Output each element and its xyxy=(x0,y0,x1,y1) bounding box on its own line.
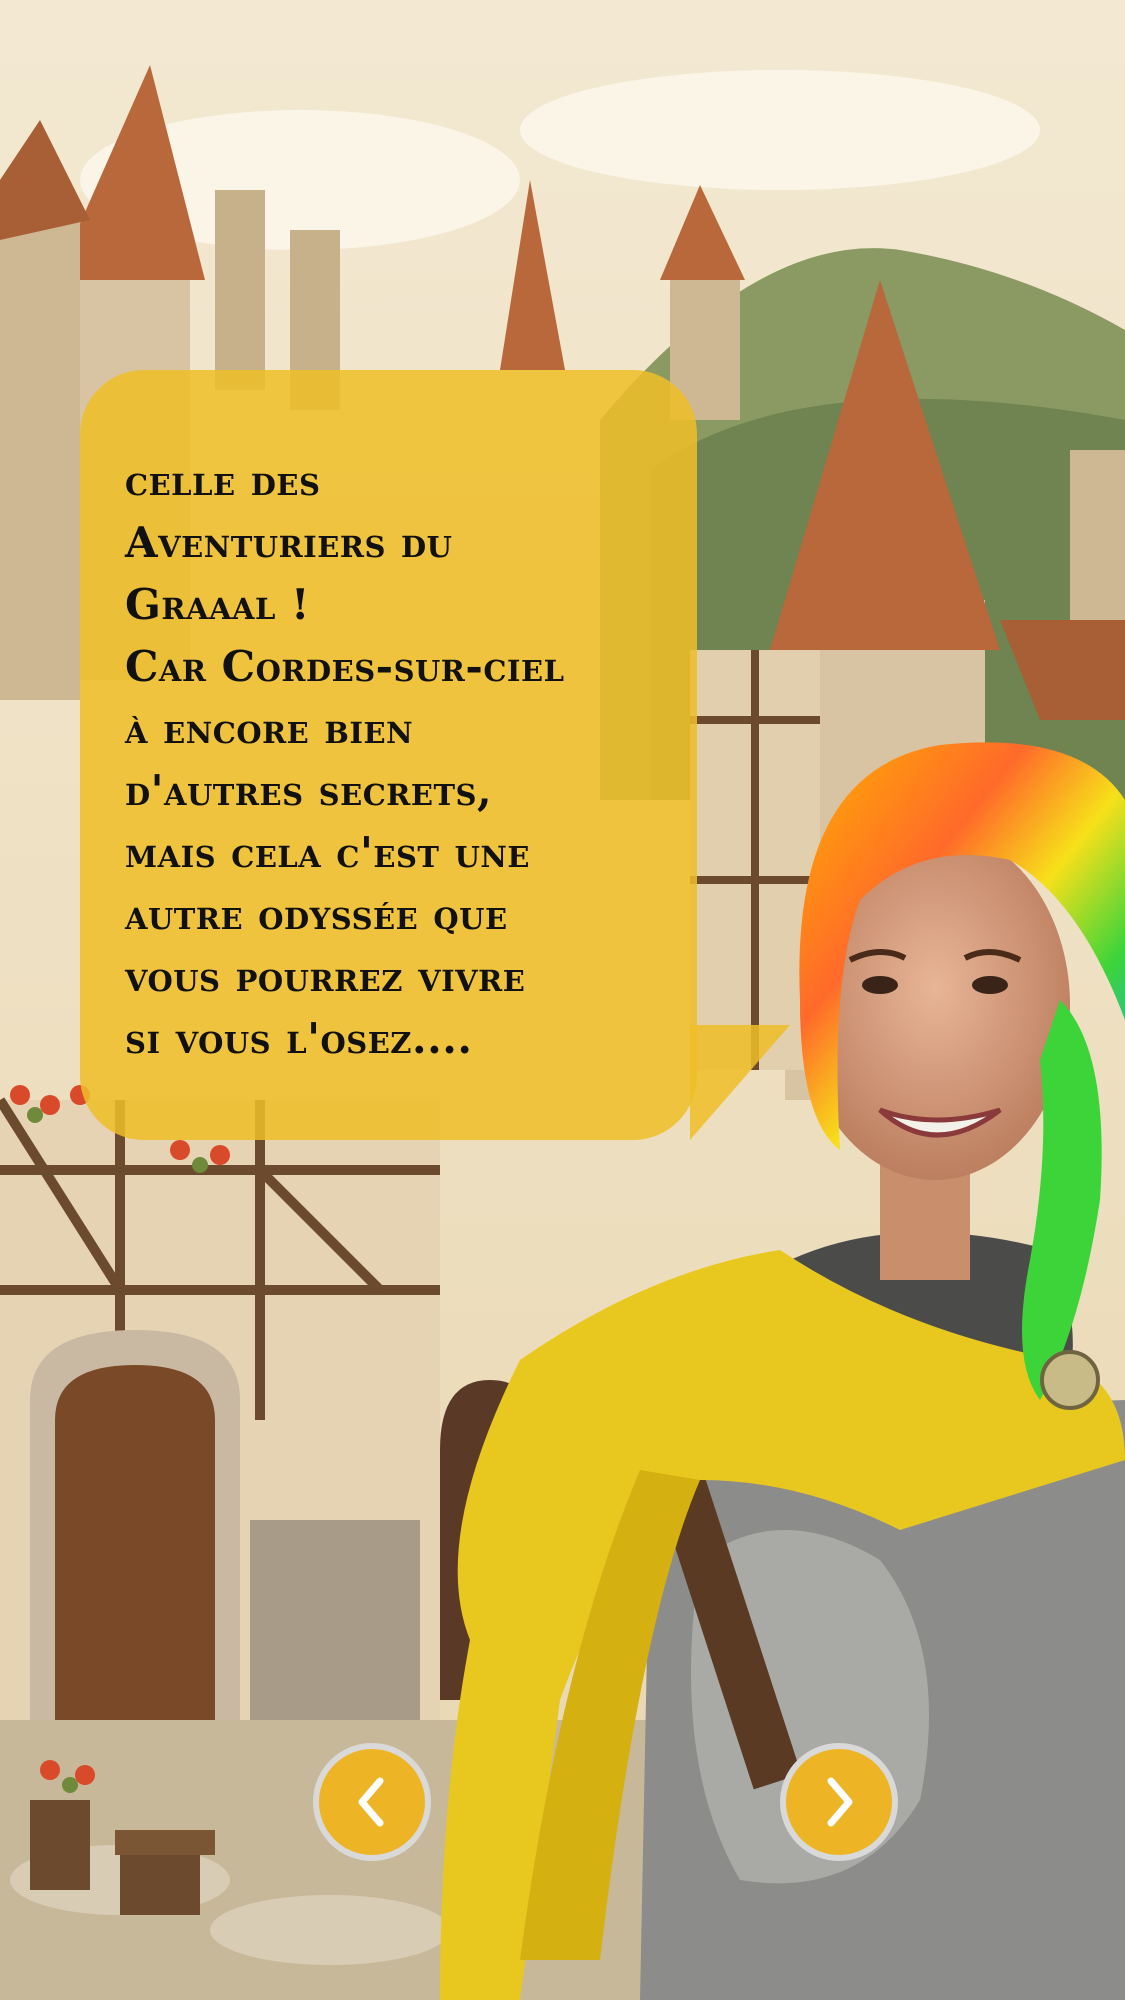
chevron-right-icon xyxy=(827,1777,853,1827)
next-page-button[interactable] xyxy=(780,1743,898,1861)
story-scene: celle des Aventuriers du Graaal ! Car Co… xyxy=(0,0,1125,2000)
speech-bubble: celle des Aventuriers du Graaal ! Car Co… xyxy=(80,370,697,1140)
speech-bubble-tail xyxy=(690,1025,790,1140)
previous-page-button[interactable] xyxy=(313,1743,431,1861)
chevron-left-icon xyxy=(358,1777,384,1827)
story-text: celle des Aventuriers du Graaal ! Car Co… xyxy=(125,456,565,1063)
